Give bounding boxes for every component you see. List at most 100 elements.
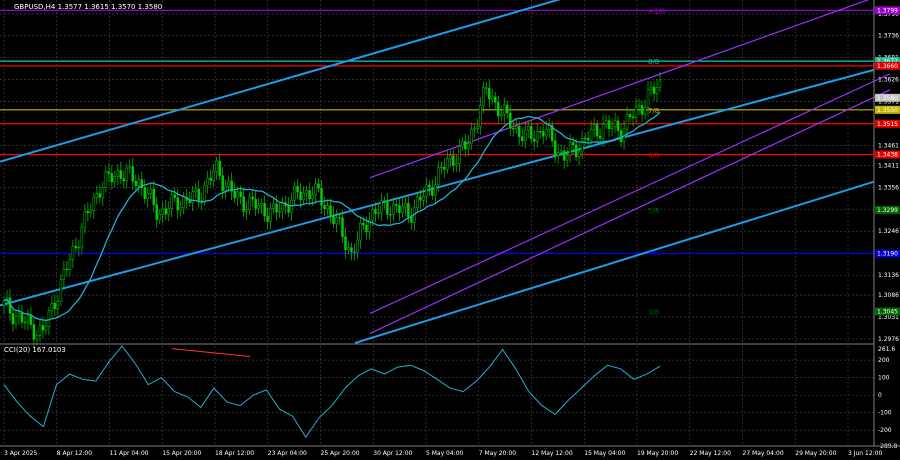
candle-body bbox=[425, 184, 428, 197]
candle-body bbox=[532, 138, 536, 142]
x-tick-label: 15 May 04:00 bbox=[584, 450, 625, 457]
candle-body bbox=[242, 196, 245, 212]
price-label: 1.3799 bbox=[877, 7, 898, 14]
candle-body bbox=[488, 88, 491, 100]
candle-body bbox=[311, 194, 314, 200]
x-tick-label: 25 Apr 20:00 bbox=[321, 450, 360, 457]
cci-tick-label: 200 bbox=[878, 357, 890, 364]
cci-tick-label: 0 bbox=[878, 392, 882, 399]
candle-body bbox=[634, 106, 638, 118]
candle-body bbox=[143, 187, 147, 199]
candle-body bbox=[62, 268, 66, 280]
y-tick-label: 1.3411 bbox=[878, 162, 899, 169]
candle-body bbox=[350, 247, 353, 253]
candle-body bbox=[616, 120, 620, 131]
candle-body bbox=[508, 112, 512, 129]
candle-body bbox=[362, 222, 365, 226]
candle-body bbox=[583, 137, 587, 140]
candle-body bbox=[556, 152, 560, 156]
candle-body bbox=[610, 126, 614, 129]
candle-body bbox=[389, 214, 392, 216]
candle-body bbox=[628, 114, 632, 118]
candle-body bbox=[652, 86, 656, 94]
x-tick-label: 11 Apr 04:00 bbox=[110, 450, 149, 457]
candle-body bbox=[544, 129, 548, 137]
candle-body bbox=[458, 146, 461, 164]
candle-body bbox=[461, 140, 464, 147]
candle-body bbox=[419, 196, 422, 201]
candle-body bbox=[523, 129, 527, 141]
candle-body bbox=[20, 312, 24, 323]
candle-body bbox=[263, 203, 266, 217]
candle-body bbox=[356, 239, 359, 253]
candle-body bbox=[98, 193, 102, 198]
candle-body bbox=[308, 190, 311, 200]
candle-body bbox=[553, 140, 557, 156]
candle-body bbox=[122, 178, 126, 182]
candle-body bbox=[494, 96, 497, 103]
cci-header: CCI(20) 167.0103 bbox=[4, 346, 66, 354]
candle-body bbox=[194, 188, 197, 193]
candle-body bbox=[170, 194, 173, 209]
candle-body bbox=[637, 105, 641, 108]
candle-body bbox=[245, 209, 248, 212]
level-label: 6/8 bbox=[648, 152, 659, 160]
candle-body bbox=[464, 140, 467, 150]
candle-body bbox=[380, 200, 383, 214]
candle-body bbox=[191, 191, 194, 203]
candle-body bbox=[35, 334, 39, 340]
candle-body bbox=[377, 212, 380, 214]
y-tick-label: 1.3626 bbox=[878, 76, 899, 83]
candle-body bbox=[110, 173, 114, 183]
candle-body bbox=[601, 123, 605, 139]
candle-body bbox=[395, 203, 398, 206]
candle-body bbox=[398, 205, 401, 213]
candle-body bbox=[595, 124, 599, 137]
candle-body bbox=[299, 191, 302, 200]
candle-body bbox=[598, 135, 602, 139]
candle-body bbox=[287, 205, 290, 213]
candle-body bbox=[173, 194, 176, 198]
x-tick-label: 19 May 20:00 bbox=[637, 450, 678, 457]
price-label: 1.3660 bbox=[877, 63, 898, 70]
x-tick-label: 22 May 12:00 bbox=[690, 450, 731, 457]
candle-body bbox=[538, 131, 542, 133]
x-tick-label: 30 Apr 12:00 bbox=[373, 450, 412, 457]
price-label: 1.3299 bbox=[877, 207, 898, 214]
candle-body bbox=[604, 120, 608, 125]
candle-body bbox=[134, 180, 138, 186]
candle-body bbox=[353, 251, 356, 254]
candle-body bbox=[278, 211, 281, 213]
candle-body bbox=[646, 89, 650, 109]
y-tick-label: 1.3356 bbox=[878, 184, 899, 191]
candle-body bbox=[392, 203, 395, 215]
candle-body bbox=[215, 160, 218, 172]
candle-body bbox=[320, 188, 323, 206]
candle-body bbox=[266, 215, 269, 222]
candle-body bbox=[269, 208, 272, 222]
candle-body bbox=[574, 144, 578, 158]
candle-body bbox=[479, 105, 482, 127]
candle-body bbox=[2, 300, 6, 306]
candle-body bbox=[80, 226, 84, 248]
y-tick-label: 1.3086 bbox=[878, 292, 899, 299]
candle-body bbox=[65, 268, 69, 271]
candle-body bbox=[260, 203, 263, 206]
cci-tick-label: -100 bbox=[878, 410, 892, 417]
candle-body bbox=[218, 160, 221, 176]
candle-body bbox=[347, 247, 350, 251]
candle-body bbox=[176, 197, 179, 211]
candle-body bbox=[83, 210, 87, 228]
candle-body bbox=[338, 217, 341, 219]
candle-body bbox=[443, 166, 446, 170]
candle-body bbox=[473, 128, 476, 130]
price-label: 1.3438 bbox=[877, 152, 898, 159]
candle-body bbox=[496, 102, 500, 117]
candle-body bbox=[38, 325, 42, 336]
candle-body bbox=[179, 206, 182, 211]
candle-body bbox=[383, 200, 386, 202]
candle-body bbox=[251, 196, 254, 200]
candle-body bbox=[517, 126, 521, 137]
candle-body bbox=[200, 200, 203, 202]
candle-body bbox=[50, 302, 54, 312]
